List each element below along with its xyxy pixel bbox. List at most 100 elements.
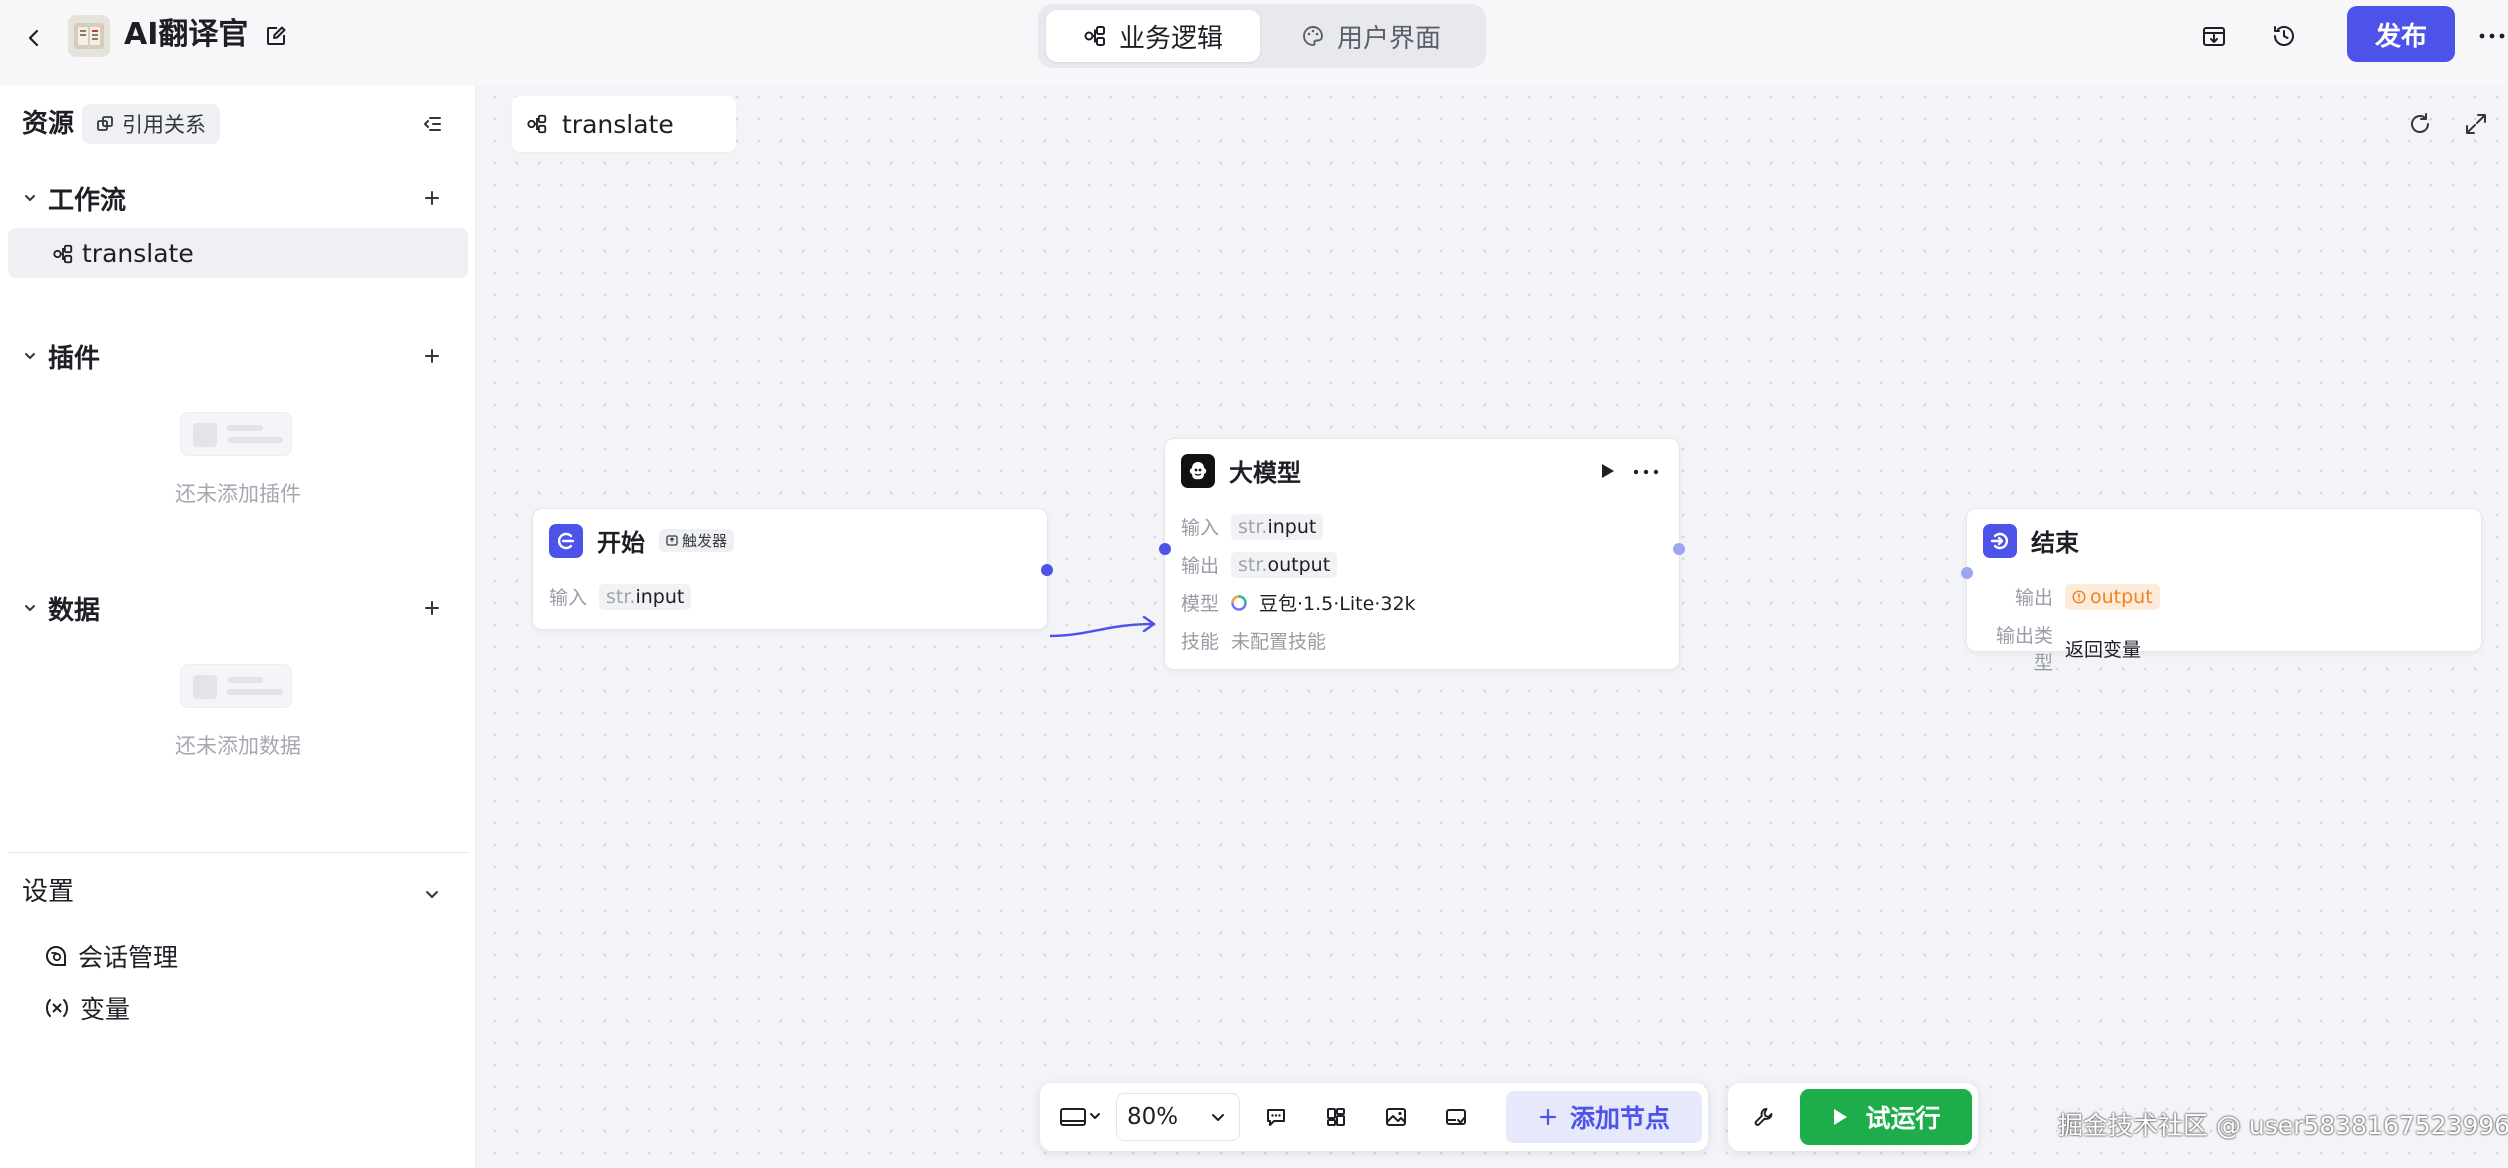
section-plugins-header[interactable]: 插件: [22, 336, 100, 376]
section-data-header[interactable]: 数据: [22, 588, 100, 628]
app-title: AI翻译官: [124, 17, 249, 52]
settings-section-header[interactable]: 设置: [22, 872, 74, 912]
input-key: 输入: [1181, 517, 1220, 539]
input-variable-chip: str.input: [1231, 513, 1324, 540]
node-input-row: 输入 str.input: [549, 583, 692, 610]
settings-item-conversation[interactable]: 会话管理: [44, 936, 178, 976]
test-run-label: 试运行: [1865, 1104, 1941, 1133]
node-end[interactable]: 结束 输出 output 输出类型 返回变量: [1961, 508, 2482, 674]
node-start[interactable]: 开始 触发器 输入 str.input: [532, 508, 1053, 630]
workflow-icon: [1083, 24, 1107, 48]
interaction-mode-button[interactable]: [1050, 1097, 1110, 1137]
plus-icon: [422, 346, 442, 366]
reference-relations-label: 引用关系: [122, 113, 206, 137]
node-header: 大模型: [1181, 453, 1301, 488]
chevron-down-icon: [22, 600, 38, 616]
canvas-toolbar: 80% 添加节点: [1040, 1083, 1708, 1151]
more-horizontal-icon[interactable]: [1633, 469, 1659, 475]
zoom-select[interactable]: 80%: [1116, 1093, 1240, 1141]
palette-icon: [1301, 24, 1325, 48]
warning-icon: [2072, 589, 2086, 604]
node-output-row: 输出 str.output: [1181, 551, 1338, 578]
run-node-icon[interactable]: [1597, 461, 1617, 481]
sidebar-divider: [8, 852, 468, 853]
input-port[interactable]: [1961, 567, 1973, 579]
chevron-down-icon: [22, 348, 38, 364]
output-type-key: 输出类型: [1995, 625, 2053, 674]
canvas-tab-label: translate: [562, 109, 674, 139]
output-key: 输出: [1181, 555, 1220, 577]
screenshot-button[interactable]: [1436, 1097, 1476, 1137]
edit-icon[interactable]: [258, 18, 294, 54]
settings-item-label: 变量: [80, 995, 131, 1024]
plus-icon: [422, 188, 442, 208]
collapse-sidebar-icon[interactable]: [414, 106, 450, 142]
canvas-tab-translate[interactable]: translate: [512, 96, 736, 152]
empty-placeholder-illustration: [180, 664, 292, 708]
node-skill-row: 技能 未配置技能: [1181, 627, 1326, 654]
add-node-label: 添加节点: [1569, 1104, 1670, 1133]
wrench-icon[interactable]: [1744, 1097, 1784, 1137]
node-llm[interactable]: 大模型 输入 str.input 输出 str.output 模型 豆包·1.5…: [1159, 438, 1685, 670]
add-node-button[interactable]: 添加节点: [1506, 1091, 1702, 1143]
node-title: 大模型: [1229, 459, 1301, 487]
trigger-icon: [666, 534, 678, 546]
history-icon[interactable]: [2264, 16, 2304, 56]
settings-item-variables[interactable]: 变量: [44, 988, 130, 1028]
more-horizontal-icon[interactable]: [2476, 16, 2508, 56]
sidebar-item-translate[interactable]: translate: [8, 228, 468, 278]
doubao-model-icon: [1231, 594, 1247, 611]
variable-icon: [44, 997, 70, 1019]
input-key: 输入: [549, 587, 588, 609]
settings-item-label: 会话管理: [78, 943, 179, 972]
back-arrow-icon[interactable]: [14, 18, 54, 58]
reference-relations-button[interactable]: 引用关系: [82, 104, 220, 144]
node-output-type-row: 输出类型 返回变量: [1983, 621, 2141, 675]
section-workflow-header[interactable]: 工作流: [22, 178, 126, 218]
add-plugin-button[interactable]: [414, 338, 450, 374]
archive-icon[interactable]: [2194, 16, 2234, 56]
run-toolbar: 试运行: [1728, 1083, 1978, 1151]
comment-button[interactable]: [1256, 1097, 1296, 1137]
sidebar-title: 资源: [22, 109, 75, 139]
publish-button[interactable]: 发布: [2347, 6, 2455, 62]
connection-edge: [1049, 615, 1156, 638]
add-workflow-button[interactable]: [414, 180, 450, 216]
plugins-empty-text: 还未添加插件: [175, 482, 301, 506]
minimap-button[interactable]: [1376, 1097, 1416, 1137]
test-run-button[interactable]: 试运行: [1800, 1089, 1972, 1145]
data-empty-text: 还未添加数据: [175, 734, 301, 758]
trigger-tag: 触发器: [659, 529, 735, 552]
llm-icon: [1181, 453, 1215, 488]
watermark: 掘金技术社区 @ user5838167523996: [2058, 1111, 2508, 1140]
chevron-down-icon[interactable]: [414, 876, 450, 912]
trigger-label: 触发器: [682, 532, 728, 550]
chat-settings-icon: [44, 944, 68, 968]
refresh-icon[interactable]: [2402, 106, 2438, 142]
add-data-button[interactable]: [414, 590, 450, 626]
expand-icon[interactable]: [2458, 106, 2494, 142]
plus-icon: [1538, 1107, 1558, 1127]
node-header: 开始 触发器: [549, 523, 735, 558]
input-variable-chip: str.input: [599, 583, 692, 610]
section-label: 插件: [48, 343, 101, 374]
node-header: 结束: [1983, 523, 2079, 558]
mode-switch: 业务逻辑 用户界面: [1038, 4, 1486, 68]
start-icon: [549, 523, 583, 558]
output-port[interactable]: [1041, 564, 1053, 576]
output-variable-chip: str.output: [1231, 551, 1338, 578]
end-icon: [1983, 523, 2017, 558]
output-port[interactable]: [1673, 543, 1685, 555]
grid-layout-icon: [1324, 1105, 1348, 1129]
node-title: 结束: [2031, 529, 2079, 557]
empty-placeholder-illustration: [180, 412, 292, 456]
zoom-value: 80%: [1127, 1104, 1179, 1130]
tab-business-logic[interactable]: 业务逻辑: [1046, 10, 1260, 62]
image-icon: [1384, 1105, 1408, 1129]
input-port[interactable]: [1159, 543, 1171, 555]
auto-layout-button[interactable]: [1316, 1097, 1356, 1137]
chevron-down-icon: [1209, 1108, 1227, 1126]
section-label: 工作流: [48, 185, 127, 216]
chevron-down-icon: [22, 190, 38, 206]
tab-user-interface[interactable]: 用户界面: [1264, 10, 1478, 62]
